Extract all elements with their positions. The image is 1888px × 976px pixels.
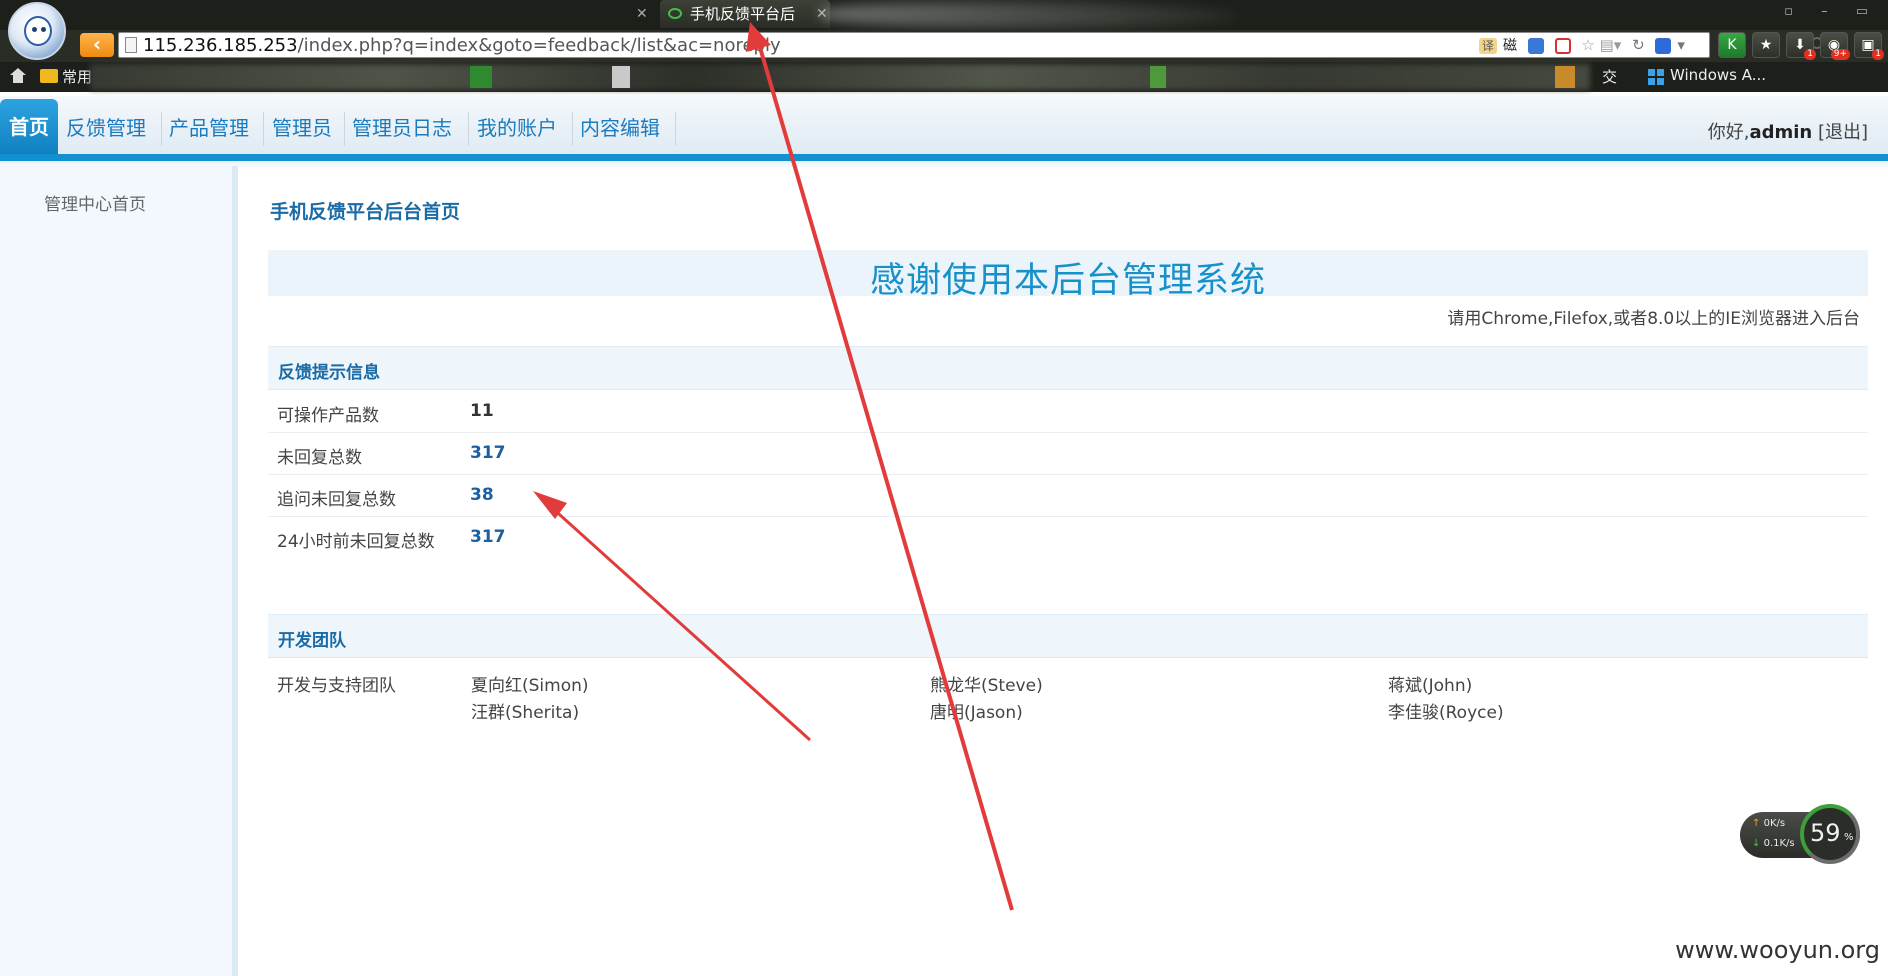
row-value-link[interactable]: 38 — [470, 485, 494, 505]
nav-divider — [572, 112, 573, 146]
page-icon — [125, 37, 137, 53]
sidebar-border — [232, 166, 238, 976]
window-controls[interactable]: ▫ – ▭ — [1784, 4, 1880, 19]
nav-item-content-edit[interactable]: 内容编辑 — [580, 112, 660, 141]
table-row: 未回复总数 317 — [268, 433, 1868, 475]
row-label: 未回复总数 — [277, 448, 362, 468]
download-speed: ↓ 0.1K/s — [1752, 838, 1795, 849]
blurred-bookmarks — [90, 64, 1590, 90]
home-icon[interactable] — [10, 68, 26, 84]
folder-icon — [40, 69, 58, 83]
favorites-star-icon[interactable]: ★ — [1752, 32, 1780, 58]
translate-icon[interactable]: 译 — [1479, 37, 1497, 54]
game-icon[interactable]: ◉ 9+ — [1820, 32, 1850, 60]
browser-logo-avatar[interactable] — [8, 2, 66, 60]
team-member: 李佳骏(Royce) — [1388, 703, 1504, 723]
nav-item-admin-log[interactable]: 管理员日志 — [352, 112, 452, 141]
sidebar-item-admin-home[interactable]: 管理中心首页 — [44, 190, 146, 215]
username: admin — [1749, 122, 1813, 143]
browser-requirement-note: 请用Chrome,Filefox,或者8.0以上的IE浏览器进入后台 — [1447, 309, 1860, 329]
greeting: 你好,admin [退出] — [1708, 118, 1868, 144]
blurred-bookmark-pixel — [612, 66, 630, 88]
nav-item-feedback[interactable]: 反馈管理 — [66, 112, 146, 141]
row-value-link[interactable]: 317 — [470, 527, 506, 547]
blurred-tabs-region — [820, 2, 1240, 28]
team-member: 汪群(Sherita) — [471, 703, 580, 723]
row-label: 追问未回复总数 — [277, 490, 396, 510]
game-badge: 9+ — [1830, 49, 1850, 60]
feedback-section-title: 反馈提示信息 — [278, 363, 380, 383]
url-host: 115.236.185.253 — [143, 35, 298, 56]
table-row: 追问未回复总数 38 — [268, 475, 1868, 517]
blue-square-icon[interactable] — [1527, 37, 1544, 54]
download-icon[interactable]: ⬇ 1 — [1786, 32, 1816, 60]
url-input[interactable]: 115.236.185.253/index.php?q=index&goto=f… — [118, 32, 1823, 58]
row-label: 可操作产品数 — [277, 406, 379, 426]
banner-title: 感谢使用本后台管理系统 — [869, 261, 1266, 301]
nav-divider — [468, 112, 469, 146]
team-member: 夏向红(Simon) — [471, 676, 589, 696]
reader-icon[interactable]: ▤▾ — [1600, 36, 1622, 54]
upload-speed-value: 0K/s — [1763, 818, 1786, 829]
prev-tab-close-icon[interactable]: ✕ — [636, 6, 648, 22]
bookmark-windows[interactable]: Windows A... — [1670, 66, 1766, 84]
watermark: www.wooyun.org — [1675, 936, 1880, 964]
team-member: 熊龙华(Steve) — [930, 676, 1043, 696]
memory-percent-sign: % — [1844, 832, 1854, 843]
table-row: 可操作产品数 11 — [268, 391, 1868, 433]
logo-face-icon — [24, 16, 52, 46]
nav-divider — [344, 112, 345, 146]
nav-divider — [263, 112, 264, 146]
tab-title: 手机反馈平台后 — [690, 5, 796, 23]
greeting-prefix: 你好, — [1707, 122, 1750, 143]
team-section-header: 开发团队 — [268, 614, 1868, 658]
nav-shadow — [0, 161, 1888, 169]
logout-link[interactable]: [退出] — [1818, 122, 1868, 143]
magnet-label[interactable]: 磁 — [1503, 38, 1517, 54]
tab-favicon-icon — [668, 8, 682, 19]
team-member: 唐明(Jason) — [930, 703, 1023, 723]
tab-active[interactable]: 手机反馈平台后 — [660, 0, 830, 28]
adblock-icon[interactable] — [1554, 37, 1571, 54]
nav-item-my-account[interactable]: 我的账户 — [477, 112, 557, 141]
row-value-link[interactable]: 317 — [470, 443, 506, 463]
bookmark-common-folder[interactable]: 常用 — [62, 66, 92, 87]
feedback-section-header: 反馈提示信息 — [268, 346, 1868, 390]
page-title: 手机反馈平台后台首页 — [270, 201, 461, 223]
extension-k-icon[interactable]: K — [1718, 32, 1746, 58]
nav-divider — [161, 112, 162, 146]
windows-icon — [1648, 69, 1664, 85]
blurred-bookmark-pixel — [1555, 66, 1575, 88]
upload-speed: ↑ 0K/s — [1752, 818, 1786, 829]
url-text: 115.236.185.253/index.php?q=index&goto=f… — [143, 35, 781, 56]
star-icon[interactable]: ☆ — [1581, 36, 1594, 54]
blurred-bookmark-pixel — [1150, 66, 1166, 88]
sidebar — [0, 166, 232, 976]
nav-divider — [675, 112, 676, 146]
blurred-bookmark-pixel — [470, 66, 492, 88]
bookmark-jiao[interactable]: 交 — [1602, 66, 1617, 87]
nav-item-admins[interactable]: 管理员 — [272, 112, 332, 141]
memory-percent: 59 — [1810, 819, 1841, 847]
url-path: /index.php?q=index&goto=feedback/list&ac… — [297, 35, 781, 56]
team-label: 开发与支持团队 — [277, 676, 396, 696]
row-value: 11 — [470, 401, 494, 421]
nav-item-home[interactable]: 首页 — [0, 99, 58, 156]
team-section-title: 开发团队 — [278, 631, 346, 651]
tool-badge: 1 — [1872, 49, 1884, 60]
refresh-icon[interactable]: ↻ — [1632, 36, 1645, 54]
nav-item-products[interactable]: 产品管理 — [169, 112, 249, 141]
nav-accent-line — [0, 154, 1888, 161]
tool-icon[interactable]: ▣ 1 — [1854, 32, 1884, 60]
download-speed-value: 0.1K/s — [1763, 838, 1795, 849]
back-button[interactable]: ‹ — [80, 33, 114, 57]
team-member: 蒋斌(John) — [1388, 676, 1473, 696]
row-label: 24小时前未回复总数 — [277, 532, 435, 552]
table-row: 24小时前未回复总数 317 — [268, 517, 1868, 559]
download-badge: 1 — [1804, 49, 1816, 60]
